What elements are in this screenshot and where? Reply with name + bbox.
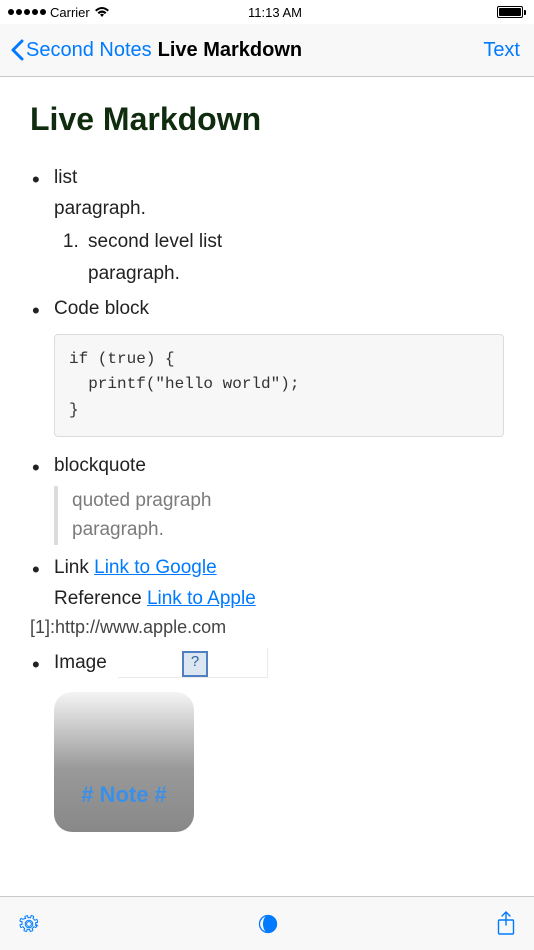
text-mode-button[interactable]: Text (483, 39, 520, 62)
code-label: Code block (54, 298, 149, 319)
blockquote-line: quoted pragraph (72, 486, 504, 515)
link-google[interactable]: Link to Google (94, 557, 217, 578)
blockquote: quoted pragraph paragraph. (54, 486, 504, 545)
list-item: Code block if (true) { printf("hello wor… (54, 294, 504, 436)
reference-label: Reference (54, 588, 147, 609)
doc-heading: Live Markdown (30, 95, 504, 145)
reference-definition: [1]:http://www.apple.com (30, 614, 504, 642)
share-icon (496, 911, 516, 937)
image-label: Image (54, 652, 107, 673)
link-apple[interactable]: Link to Apple (147, 588, 256, 609)
gear-icon (18, 913, 40, 935)
note-icon-text: # Note # (81, 778, 167, 812)
chevron-left-icon (10, 39, 24, 61)
list-label: list (54, 167, 77, 188)
clock-label: 11:13 AM (8, 5, 534, 20)
back-label: Second Notes (26, 39, 152, 62)
list-item: Image # Note # (54, 648, 504, 832)
page-title: Live Markdown (158, 39, 302, 62)
blockquote-label: blockquote (54, 455, 146, 476)
back-button[interactable]: Second Notes (10, 39, 152, 62)
battery-icon (497, 6, 526, 18)
document-content[interactable]: Live Markdown list paragraph. second lev… (0, 77, 534, 896)
nested-list-item: second level list paragraph. (84, 227, 504, 288)
blockquote-line: paragraph. (72, 515, 504, 544)
status-bar: Carrier 11:13 AM (0, 0, 534, 24)
list-item: Link Link to Google Reference Link to Ap… (54, 553, 504, 642)
bottom-toolbar (0, 896, 534, 950)
share-button[interactable] (496, 911, 516, 937)
link-label: Link (54, 557, 94, 578)
theme-button[interactable] (258, 914, 278, 934)
nested-list-label: second level list (88, 231, 222, 252)
nav-bar: Second Notes Live Markdown Text (0, 24, 534, 77)
broken-image-icon (118, 648, 268, 678)
list-paragraph: paragraph. (54, 194, 504, 223)
list-item: list paragraph. second level list paragr… (54, 163, 504, 289)
note-app-icon: # Note # (54, 692, 194, 832)
code-block: if (true) { printf("hello world"); } (54, 334, 504, 437)
settings-button[interactable] (18, 913, 40, 935)
list-item: blockquote quoted pragraph paragraph. (54, 451, 504, 545)
nested-list-paragraph: paragraph. (88, 259, 504, 288)
contrast-icon (258, 914, 278, 934)
